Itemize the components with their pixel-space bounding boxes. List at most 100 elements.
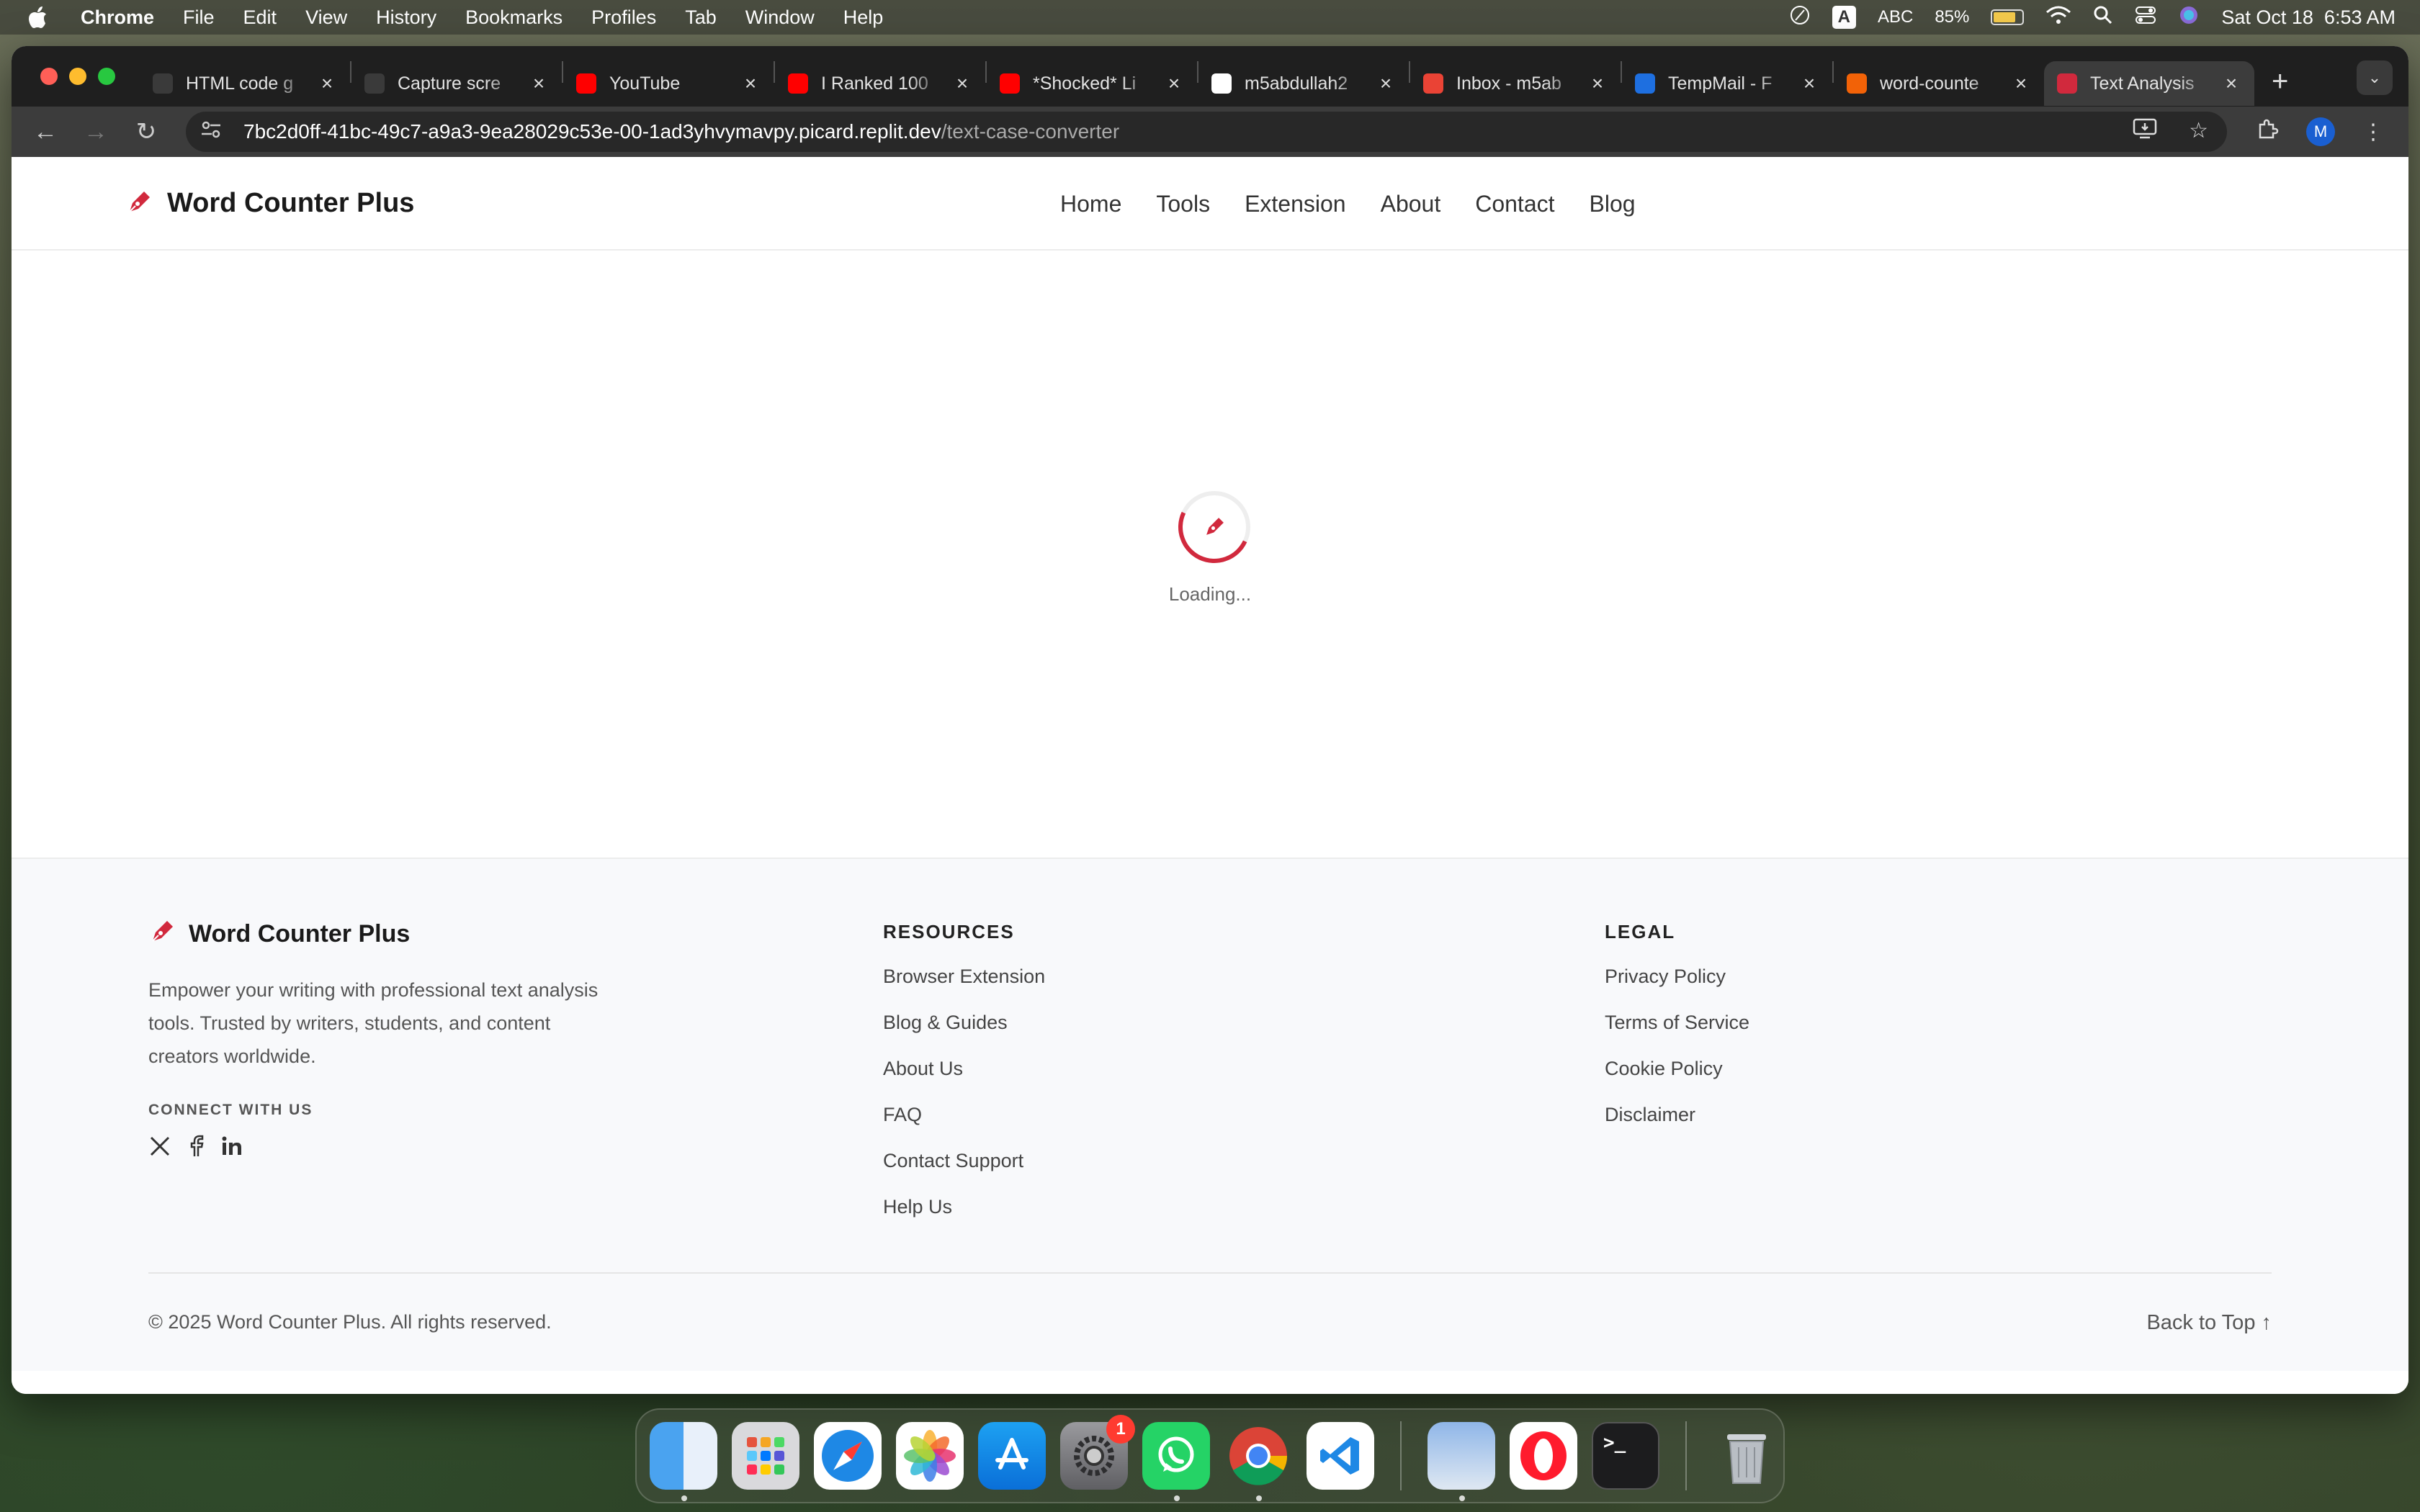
main-content-loading: Loading... [12, 251, 2408, 859]
system-settings-icon[interactable]: 1 [1060, 1415, 1135, 1490]
close-tab-icon[interactable]: × [1164, 72, 1184, 95]
nav-home[interactable]: Home [1060, 191, 1121, 217]
nav-contact[interactable]: Contact [1475, 191, 1554, 217]
browser-tab[interactable]: YouTube × [563, 61, 774, 106]
menu-profiles[interactable]: Profiles [591, 6, 656, 29]
menu-tab[interactable]: Tab [685, 6, 717, 29]
menu-help[interactable]: Help [843, 6, 884, 29]
close-tab-icon[interactable]: × [1799, 72, 1819, 95]
menu-app-name[interactable]: Chrome [81, 6, 154, 29]
accessibility-icon[interactable] [1789, 4, 1811, 31]
footer-link-cookie-policy[interactable]: Cookie Policy [1605, 1056, 1749, 1102]
close-tab-icon[interactable]: × [2221, 72, 2241, 95]
menu-file[interactable]: File [183, 6, 215, 29]
close-tab-icon[interactable]: × [2011, 72, 2031, 95]
copyright-text: © 2025 Word Counter Plus. All rights res… [148, 1311, 552, 1333]
loading-text: Loading... [1168, 583, 1252, 605]
youtube-icon [576, 73, 596, 94]
terminal-icon[interactable]: >_ [1592, 1422, 1659, 1490]
profile-avatar[interactable]: M [2306, 117, 2335, 146]
browser-tab[interactable]: I Ranked 100 × [775, 61, 985, 106]
extensions-puzzle-icon[interactable] [2256, 117, 2279, 146]
safari-icon[interactable] [814, 1422, 882, 1490]
browser-tab[interactable]: *Shocked* Li × [987, 61, 1197, 106]
connect-label: CONNECT WITH US [148, 1102, 313, 1118]
browser-tab[interactable]: Inbox - m5ab × [1410, 61, 1621, 106]
close-tab-icon[interactable]: × [1587, 72, 1608, 95]
trash-icon[interactable] [1713, 1422, 1780, 1490]
siri-icon[interactable] [2178, 4, 2200, 31]
close-tab-icon[interactable]: × [952, 72, 972, 95]
address-bar[interactable]: 7bc2d0ff-41bc-49c7-a9a3-9ea28029c53e-00-… [186, 112, 2227, 152]
browser-tab[interactable]: TempMail - F × [1622, 61, 1832, 106]
whatsapp-icon[interactable] [1142, 1422, 1210, 1501]
finder-icon[interactable] [650, 1422, 717, 1501]
reload-icon[interactable]: ↻ [127, 112, 166, 151]
battery-icon[interactable] [1991, 9, 2025, 25]
close-tab-icon[interactable]: × [529, 72, 549, 95]
menu-edit[interactable]: Edit [243, 6, 277, 29]
close-tab-icon[interactable]: × [1376, 72, 1396, 95]
menu-bookmarks[interactable]: Bookmarks [465, 6, 563, 29]
zoom-window-button[interactable] [98, 68, 115, 85]
footer-link-help-us[interactable]: Help Us [883, 1194, 1045, 1240]
footer-logo[interactable]: Word Counter Plus [148, 917, 609, 952]
spotlight-search-icon[interactable] [2093, 5, 2113, 30]
footer-link-browser-extension[interactable]: Browser Extension [883, 963, 1045, 1009]
tab-search-chevron-icon[interactable]: ⌄ [2357, 60, 2393, 95]
footer-link-terms-of-service[interactable]: Terms of Service [1605, 1009, 1749, 1056]
opera-icon[interactable] [1510, 1422, 1577, 1490]
nav-blog[interactable]: Blog [1590, 191, 1636, 217]
input-source-badge[interactable]: A [1832, 6, 1856, 29]
photos-icon[interactable] [896, 1422, 964, 1490]
site-logo[interactable]: Word Counter Plus [125, 187, 414, 220]
browser-tab[interactable]: m5abdullah2 × [1198, 61, 1409, 106]
site-info-icon[interactable] [200, 120, 229, 145]
app-store-icon[interactable] [978, 1422, 1046, 1490]
install-app-icon[interactable] [2133, 118, 2157, 145]
url-host: 7bc2d0ff-41bc-49c7-a9a3-9ea28029c53e-00-… [243, 120, 941, 143]
bookmark-star-icon[interactable]: ☆ [2189, 118, 2208, 145]
chrome-menu-kebab-icon[interactable]: ⋮ [2362, 120, 2384, 145]
browser-tab[interactable]: HTML code g × [140, 61, 350, 106]
footer-link-contact-support[interactable]: Contact Support [883, 1148, 1045, 1194]
menu-window[interactable]: Window [745, 6, 815, 29]
close-tab-icon[interactable]: × [317, 72, 337, 95]
footer-link-blog-guides[interactable]: Blog & Guides [883, 1009, 1045, 1056]
linkedin-icon[interactable] [220, 1135, 243, 1161]
tab-title: Inbox - m5ab [1456, 73, 1561, 94]
vscode-icon[interactable] [1307, 1422, 1374, 1490]
close-tab-icon[interactable]: × [740, 72, 761, 95]
footer-link-faq[interactable]: FAQ [883, 1102, 1045, 1148]
input-source-label[interactable]: ABC [1878, 7, 1913, 27]
x-twitter-icon[interactable] [148, 1135, 171, 1161]
tab-list: HTML code g × Capture scre × YouTube × I Ranke… [140, 47, 2254, 106]
back-arrow-icon[interactable]: ← [26, 112, 65, 151]
wifi-icon[interactable] [2045, 5, 2071, 30]
browser-tab[interactable]: Text Analysis × [2044, 61, 2254, 106]
close-window-button[interactable] [40, 68, 58, 85]
footer-link-privacy-policy[interactable]: Privacy Policy [1605, 963, 1749, 1009]
menu-view[interactable]: View [305, 6, 347, 29]
preview-icon[interactable] [1428, 1422, 1495, 1501]
nav-about[interactable]: About [1381, 191, 1441, 217]
footer-link-about-us[interactable]: About Us [883, 1056, 1045, 1102]
apple-menu-icon[interactable] [27, 5, 49, 30]
control-center-icon[interactable] [2135, 5, 2156, 30]
facebook-icon[interactable] [187, 1135, 205, 1161]
minimize-window-button[interactable] [69, 68, 86, 85]
tempmail-icon [1635, 73, 1655, 94]
footer-link-disclaimer[interactable]: Disclaimer [1605, 1102, 1749, 1148]
new-tab-button[interactable]: + [2272, 66, 2288, 98]
menu-clock[interactable]: Sat Oct 18 6:53 AM [2221, 6, 2396, 29]
google-chrome-icon[interactable] [1224, 1422, 1292, 1501]
forward-arrow-icon[interactable]: → [76, 112, 115, 151]
battery-percent[interactable]: 85% [1935, 7, 1969, 27]
browser-tab[interactable]: word-counte × [1834, 61, 2044, 106]
nav-tools[interactable]: Tools [1156, 191, 1210, 217]
browser-tab[interactable]: Capture scre × [351, 61, 562, 106]
launchpad-icon[interactable] [732, 1422, 799, 1490]
back-to-top-link[interactable]: Back to Top ↑ [2146, 1311, 2272, 1335]
menu-history[interactable]: History [376, 6, 436, 29]
nav-extension[interactable]: Extension [1245, 191, 1346, 217]
